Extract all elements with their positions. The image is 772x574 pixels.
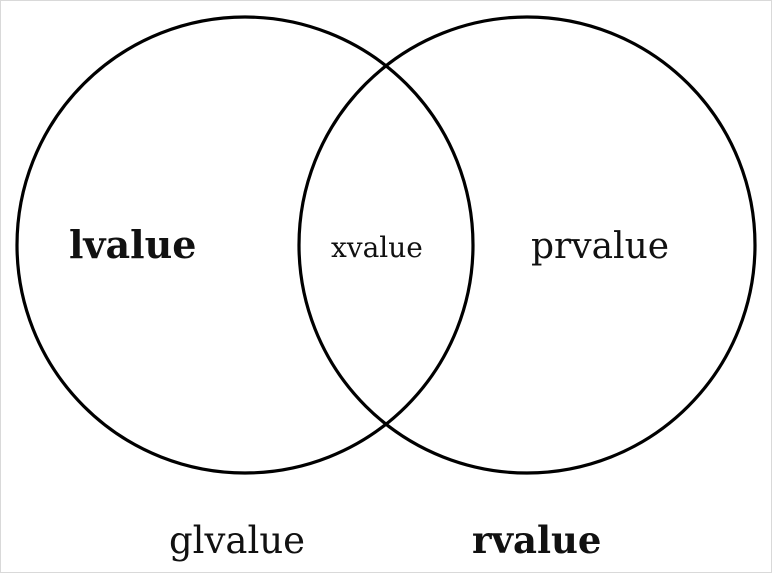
venn-diagram: lvalue xvalue prvalue glvalue rvalue [15,15,757,562]
label-prvalue: prvalue [531,226,669,267]
label-rvalue: rvalue [472,518,601,562]
label-lvalue: lvalue [69,222,196,267]
diagram-frame: lvalue xvalue prvalue glvalue rvalue [0,0,772,573]
label-glvalue: glvalue [169,519,305,562]
label-xvalue: xvalue [331,231,423,264]
